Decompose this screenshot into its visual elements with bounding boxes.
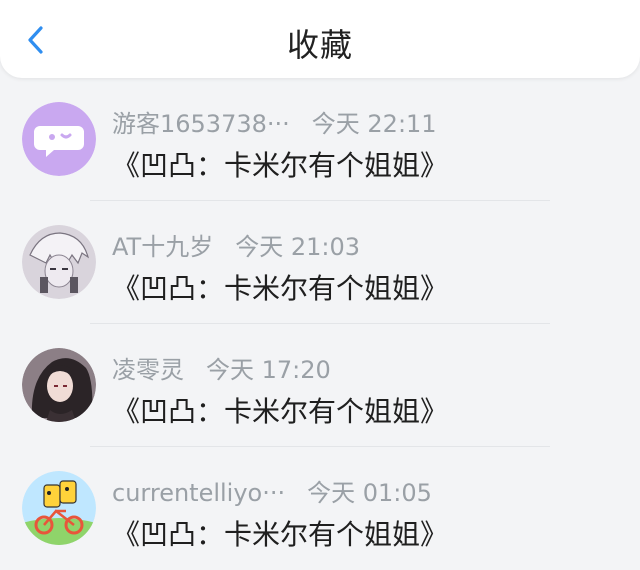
dark-haired-character-avatar-icon[interactable] bbox=[22, 348, 96, 422]
page-title: 收藏 bbox=[286, 26, 353, 64]
favorites-list: 游客1653738··· 今天 22:11 《凹凸：卡米尔有个姐姐》 AT十九岁今… bbox=[0, 78, 640, 570]
user-name[interactable]: 游客1653738··· bbox=[112, 110, 290, 138]
timestamp: 今天 22:11 bbox=[311, 110, 437, 138]
user-name[interactable]: 凌零灵 bbox=[112, 356, 184, 384]
user-name[interactable]: AT十九岁 bbox=[112, 233, 213, 261]
user-name[interactable]: currentelliyo··· bbox=[112, 479, 285, 507]
item-meta: 凌零灵 今天 17:20 bbox=[112, 350, 331, 385]
chat-bubble-avatar-icon[interactable] bbox=[22, 102, 96, 176]
list-item[interactable]: AT十九岁 今天 21:03 《凹凸：卡米尔有个姐姐》 bbox=[0, 201, 640, 324]
list-item[interactable]: currentelliyo··· 今天 01:05 《凹凸：卡米尔有个姐姐》 bbox=[0, 447, 640, 570]
top-bar: 收藏 bbox=[0, 0, 640, 78]
book-title[interactable]: 《凹凸：卡米尔有个姐姐》 bbox=[112, 513, 448, 553]
book-title[interactable]: 《凹凸：卡米尔有个姐姐》 bbox=[112, 267, 448, 307]
timestamp: 今天 17:20 bbox=[206, 356, 331, 384]
list-item[interactable]: 游客1653738··· 今天 22:11 《凹凸：卡米尔有个姐姐》 bbox=[0, 78, 640, 201]
timestamp: 今天 01:05 bbox=[307, 479, 432, 507]
item-meta: currentelliyo··· 今天 01:05 bbox=[112, 473, 432, 508]
item-meta: AT十九岁 今天 21:03 bbox=[112, 227, 360, 262]
item-meta: 游客1653738··· 今天 22:11 bbox=[112, 104, 437, 139]
list-item[interactable]: 凌零灵 今天 17:20 《凹凸：卡米尔有个姐姐》 bbox=[0, 324, 640, 447]
timestamp: 今天 21:03 bbox=[235, 233, 361, 261]
book-title[interactable]: 《凹凸：卡米尔有个姐姐》 bbox=[112, 144, 448, 184]
book-title[interactable]: 《凹凸：卡米尔有个姐姐》 bbox=[112, 390, 448, 430]
cartoon-bicycle-avatar-icon[interactable] bbox=[22, 471, 96, 545]
anime-character-avatar-icon[interactable] bbox=[22, 225, 96, 299]
